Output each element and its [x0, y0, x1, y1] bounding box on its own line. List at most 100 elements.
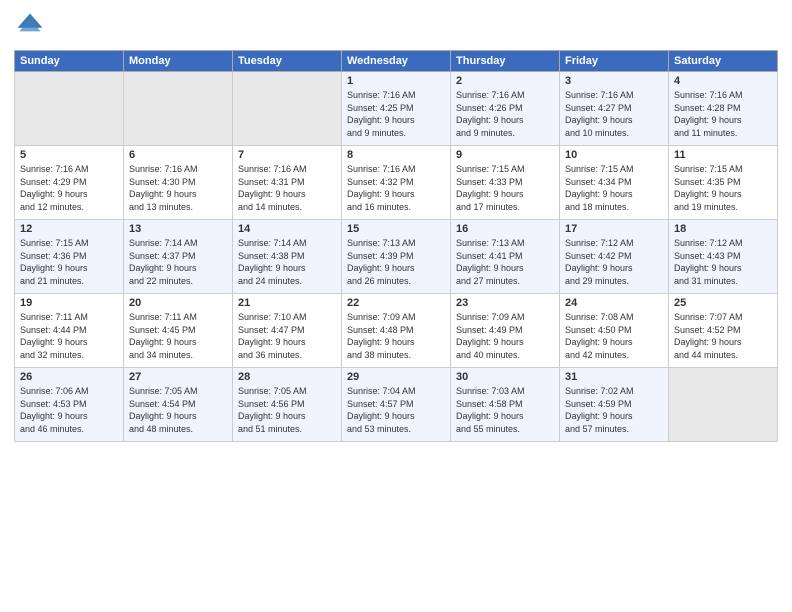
day-number: 16	[456, 223, 554, 235]
calendar-cell	[15, 72, 124, 146]
cell-text-line: Daylight: 9 hours	[674, 262, 772, 275]
day-number: 3	[565, 75, 663, 87]
day-number: 4	[674, 75, 772, 87]
day-number: 1	[347, 75, 445, 87]
day-number: 29	[347, 371, 445, 383]
col-header-sunday: Sunday	[15, 51, 124, 72]
cell-text-line: and 40 minutes.	[456, 349, 554, 362]
cell-text-line: Sunset: 4:56 PM	[238, 398, 336, 411]
cell-text-line: and 13 minutes.	[129, 201, 227, 214]
cell-text-line: Sunrise: 7:16 AM	[347, 89, 445, 102]
calendar-cell: 3 Sunrise: 7:16 AMSunset: 4:27 PMDaylight…	[560, 72, 669, 146]
calendar-cell	[669, 368, 778, 442]
cell-text-line: Daylight: 9 hours	[565, 114, 663, 127]
cell-text-line: Sunrise: 7:05 AM	[238, 385, 336, 398]
day-number: 21	[238, 297, 336, 309]
week-row-1: 1Sunrise: 7:16 AMSunset: 4:25 PMDaylight…	[15, 72, 778, 146]
day-number: 25	[674, 297, 772, 309]
day-number: 10	[565, 149, 663, 161]
cell-text-line: Daylight: 9 hours	[674, 188, 772, 201]
cell-text-line: Sunset: 4:53 PM	[20, 398, 118, 411]
calendar-cell	[233, 72, 342, 146]
calendar-cell: 21Sunrise: 7:10 AMSunset: 4:47 PMDayligh…	[233, 294, 342, 368]
header	[14, 10, 778, 42]
cell-text-line: Sunset: 4:26 PM	[456, 102, 554, 115]
calendar-cell: 9Sunrise: 7:15 AMSunset: 4:33 PMDaylight…	[451, 146, 560, 220]
day-number: 15	[347, 223, 445, 235]
day-number: 7	[238, 149, 336, 161]
calendar-cell: 25Sunrise: 7:07 AMSunset: 4:52 PMDayligh…	[669, 294, 778, 368]
cell-text-line: Sunrise: 7:12 AM	[674, 237, 772, 250]
cell-text-line: Daylight: 9 hours	[347, 410, 445, 423]
day-number: 31	[565, 371, 663, 383]
day-number: 14	[238, 223, 336, 235]
calendar-cell: 24Sunrise: 7:08 AMSunset: 4:50 PMDayligh…	[560, 294, 669, 368]
cell-text-line: Sunset: 4:58 PM	[456, 398, 554, 411]
cell-text-line: Sunrise: 7:16 AM	[238, 163, 336, 176]
cell-text-line: Sunset: 4:36 PM	[20, 250, 118, 263]
day-number: 28	[238, 371, 336, 383]
cell-text-line: Sunrise: 7:02 AM	[565, 385, 663, 398]
cell-text-line: Sunrise: 7:10 AM	[238, 311, 336, 324]
cell-text-line: and 14 minutes.	[238, 201, 336, 214]
cell-text-line: and 24 minutes.	[238, 275, 336, 288]
cell-text-line: Daylight: 9 hours	[129, 188, 227, 201]
cell-text-line: Sunrise: 7:16 AM	[674, 89, 772, 102]
cell-text-line: and 34 minutes.	[129, 349, 227, 362]
cell-text-line: Sunset: 4:59 PM	[565, 398, 663, 411]
calendar-cell: 2Sunrise: 7:16 AMSunset: 4:26 PMDaylight…	[451, 72, 560, 146]
day-number: 8	[347, 149, 445, 161]
calendar-cell: 19Sunrise: 7:11 AMSunset: 4:44 PMDayligh…	[15, 294, 124, 368]
calendar-cell: 5Sunrise: 7:16 AMSunset: 4:29 PMDaylight…	[15, 146, 124, 220]
day-number: 9	[456, 149, 554, 161]
cell-text-line: Sunset: 4:44 PM	[20, 324, 118, 337]
calendar-cell: 20Sunrise: 7:11 AMSunset: 4:45 PMDayligh…	[124, 294, 233, 368]
calendar-cell: 28Sunrise: 7:05 AMSunset: 4:56 PMDayligh…	[233, 368, 342, 442]
logo-icon	[14, 10, 46, 42]
cell-text-line: Sunrise: 7:07 AM	[674, 311, 772, 324]
cell-text-line: Sunset: 4:25 PM	[347, 102, 445, 115]
day-number: 30	[456, 371, 554, 383]
cell-text-line: and 38 minutes.	[347, 349, 445, 362]
cell-text-line: Sunset: 4:27 PM	[565, 102, 663, 115]
cell-text-line: Daylight: 9 hours	[129, 262, 227, 275]
cell-text-line: Daylight: 9 hours	[674, 336, 772, 349]
cell-text-line: and 31 minutes.	[674, 275, 772, 288]
cell-text-line: Daylight: 9 hours	[347, 262, 445, 275]
cell-text-line: Daylight: 9 hours	[565, 410, 663, 423]
day-number: 24	[565, 297, 663, 309]
cell-text-line: Sunrise: 7:11 AM	[20, 311, 118, 324]
col-header-monday: Monday	[124, 51, 233, 72]
calendar-cell: 8Sunrise: 7:16 AMSunset: 4:32 PMDaylight…	[342, 146, 451, 220]
cell-text-line: Sunset: 4:33 PM	[456, 176, 554, 189]
cell-text-line: Sunset: 4:43 PM	[674, 250, 772, 263]
calendar-cell: 6Sunrise: 7:16 AMSunset: 4:30 PMDaylight…	[124, 146, 233, 220]
day-number: 17	[565, 223, 663, 235]
cell-text-line: Sunset: 4:47 PM	[238, 324, 336, 337]
day-number: 6	[129, 149, 227, 161]
cell-text-line: Sunset: 4:29 PM	[20, 176, 118, 189]
cell-text-line: Sunrise: 7:09 AM	[347, 311, 445, 324]
cell-text-line: and 55 minutes.	[456, 423, 554, 436]
cell-text-line: Daylight: 9 hours	[347, 188, 445, 201]
week-row-4: 19Sunrise: 7:11 AMSunset: 4:44 PMDayligh…	[15, 294, 778, 368]
cell-text-line: Sunset: 4:38 PM	[238, 250, 336, 263]
cell-text-line: Sunset: 4:34 PM	[565, 176, 663, 189]
day-number: 2	[456, 75, 554, 87]
cell-text-line: Daylight: 9 hours	[565, 262, 663, 275]
page: SundayMondayTuesdayWednesdayThursdayFrid…	[0, 0, 792, 612]
cell-text-line: Daylight: 9 hours	[456, 262, 554, 275]
day-number: 5	[20, 149, 118, 161]
cell-text-line: and 42 minutes.	[565, 349, 663, 362]
cell-text-line: Sunrise: 7:15 AM	[565, 163, 663, 176]
cell-text-line: Sunrise: 7:16 AM	[565, 89, 663, 102]
cell-text-line: Sunset: 4:50 PM	[565, 324, 663, 337]
day-number: 20	[129, 297, 227, 309]
calendar-cell: 12Sunrise: 7:15 AMSunset: 4:36 PMDayligh…	[15, 220, 124, 294]
col-header-tuesday: Tuesday	[233, 51, 342, 72]
calendar-cell: 11Sunrise: 7:15 AMSunset: 4:35 PMDayligh…	[669, 146, 778, 220]
cell-text-line: Daylight: 9 hours	[347, 114, 445, 127]
cell-text-line: Sunrise: 7:15 AM	[674, 163, 772, 176]
cell-text-line: Daylight: 9 hours	[20, 188, 118, 201]
cell-text-line: Sunrise: 7:15 AM	[456, 163, 554, 176]
